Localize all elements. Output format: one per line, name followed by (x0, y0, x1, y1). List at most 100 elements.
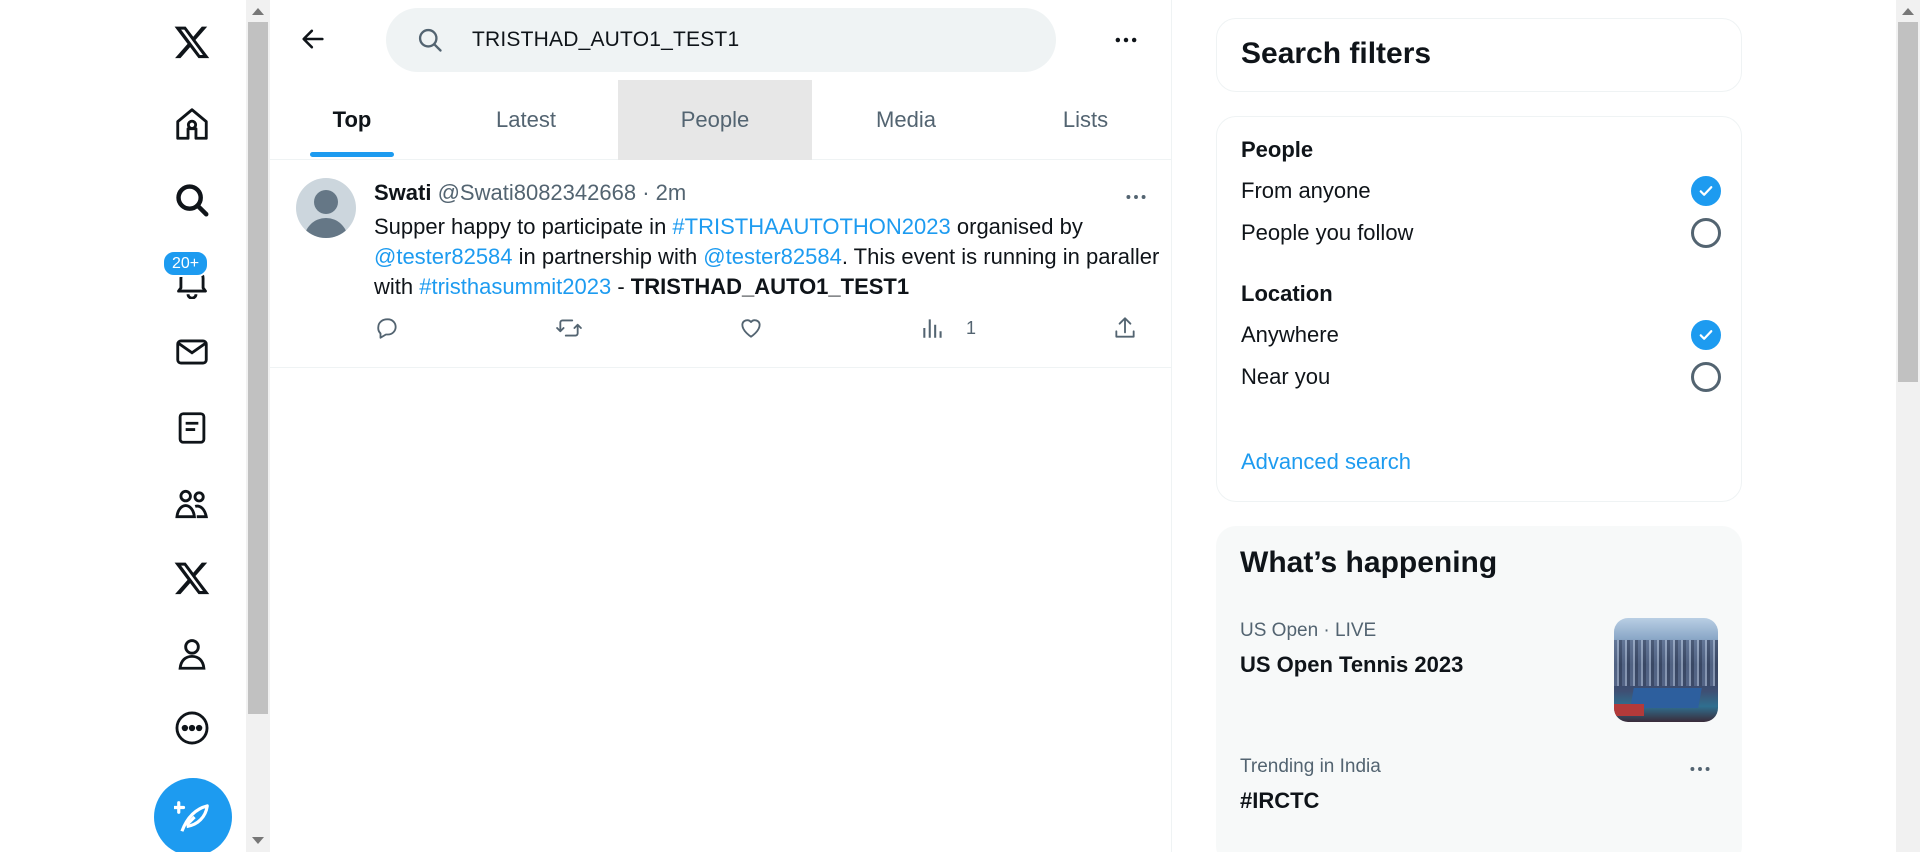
tab-lists-label: Lists (1062, 107, 1109, 132)
filter-people-you-follow[interactable]: People you follow (1241, 213, 1721, 253)
filter-people-you-follow-label: People you follow (1241, 220, 1414, 245)
left-nav: 20+ (0, 0, 246, 852)
mention-link[interactable]: @tester82584 (703, 244, 842, 269)
search-query-text[interactable]: TRISTHAD_AUTO1_TEST1 (472, 28, 739, 52)
tab-media[interactable]: Media (812, 80, 1000, 160)
analytics-bar-icon (923, 319, 942, 338)
tab-top-label: Top (332, 107, 372, 132)
trend-title: #IRCTC (1240, 788, 1320, 813)
search-tabs: Top Latest People Media Lists (270, 80, 1171, 160)
right-scrollbar[interactable] (1896, 0, 1920, 852)
main-column: TRISTHAD_AUTO1_TEST1 Top Latest People M… (270, 0, 1172, 852)
whats-happening-panel: What’s happening US Open · LIVE US Open … (1216, 526, 1742, 852)
scroll-up-arrow-icon[interactable] (252, 8, 264, 15)
filter-near-you[interactable]: Near you (1241, 357, 1721, 397)
tweet-author-handle[interactable]: @Swati8082342668 (438, 180, 636, 205)
anywhere-radio[interactable] (1691, 320, 1721, 350)
lists-icon[interactable] (166, 402, 218, 454)
feather-plus-icon (174, 801, 209, 832)
filter-near-you-label: Near you (1241, 364, 1331, 389)
filter-from-anyone-label: From anyone (1241, 178, 1371, 203)
more-horizontal-icon (1690, 767, 1710, 771)
tweet-text: Supper happy to participate in #TRISTHAA… (374, 212, 1164, 302)
tab-latest[interactable]: Latest (434, 80, 618, 160)
near-you-radio[interactable] (1691, 362, 1721, 392)
home-icon[interactable] (166, 98, 218, 150)
views-button[interactable]: 1 (920, 310, 976, 346)
x-logo-icon[interactable] (166, 16, 218, 68)
checkmark-icon (1699, 186, 1713, 196)
active-tab-indicator (310, 152, 394, 157)
scroll-down-arrow-icon[interactable] (252, 837, 264, 844)
tab-people-label: People (680, 107, 750, 132)
avatar-head (314, 190, 338, 214)
search-icon (418, 28, 442, 52)
tweet-highlight-text: TRISTHAD_AUTO1_TEST1 (630, 274, 910, 299)
tweet-actions: 1 (374, 310, 1164, 346)
tweet-header: Swati @Swati8082342668 · 2m (374, 180, 686, 206)
scroll-up-arrow-icon[interactable] (1902, 8, 1914, 15)
people-filter-heading: People (1241, 137, 1314, 162)
heart-icon (741, 319, 761, 338)
search-filters-header-card: Search filters (1216, 18, 1742, 92)
search-filters-card: People From anyone People you follow Loc… (1216, 116, 1742, 502)
filter-anywhere[interactable]: Anywhere (1241, 315, 1721, 355)
tab-people[interactable]: People (618, 80, 812, 160)
stadium-stands (1614, 640, 1718, 686)
tab-lists[interactable]: Lists (1000, 80, 1171, 160)
location-filter-heading: Location (1241, 281, 1333, 306)
trend-thumbnail-image (1614, 618, 1718, 722)
court-edge (1614, 704, 1644, 716)
tab-media-label: Media (876, 107, 936, 132)
trend-title: US Open Tennis 2023 (1240, 652, 1464, 677)
more-horizontal-icon (1115, 37, 1137, 43)
tweet-time[interactable]: 2m (656, 180, 687, 205)
tweet-item[interactable]: Swati @Swati8082342668 · 2m Supper happy… (270, 160, 1171, 368)
notifications-badge: 20+ (162, 250, 210, 277)
tweet-more-button[interactable] (1116, 182, 1156, 212)
hashtag-link[interactable]: #tristhasummit2023 (419, 274, 611, 299)
repost-icon (556, 319, 582, 337)
tweet-separator: · (642, 180, 650, 205)
avatar[interactable] (296, 178, 356, 238)
checkmark-icon (1699, 330, 1713, 340)
mention-link[interactable]: @tester82584 (374, 244, 513, 269)
views-count: 1 (966, 317, 977, 338)
tweet-text-part: - (611, 274, 631, 299)
hashtag-link[interactable]: #TRISTHAAUTOTHON2023 (672, 214, 950, 239)
share-button[interactable] (1112, 310, 1138, 346)
trend-meta: US Open · LIVE (1240, 620, 1377, 641)
profile-icon[interactable] (166, 628, 218, 680)
repost-button[interactable] (556, 310, 582, 346)
premium-x-icon[interactable] (166, 552, 218, 604)
advanced-search-link[interactable]: Advanced search (1241, 449, 1411, 475)
left-scrollbar[interactable] (246, 0, 270, 852)
tweet-text-part: Supper happy to participate in (374, 214, 673, 239)
tab-top[interactable]: Top (270, 80, 434, 160)
tweet-text-part: organised by (950, 214, 1083, 239)
app-root: 20+ TRISTHAD_AUTO1_TEST1 Top Latest Peop… (0, 0, 1920, 852)
search-input[interactable]: TRISTHAD_AUTO1_TEST1 (386, 8, 1056, 72)
left-scrollbar-thumb[interactable] (248, 22, 268, 714)
messages-mail-icon[interactable] (166, 326, 218, 378)
filter-anywhere-label: Anywhere (1241, 322, 1339, 347)
explore-search-icon[interactable] (166, 174, 218, 226)
tweet-author-name[interactable]: Swati (374, 180, 431, 205)
filter-from-anyone[interactable]: From anyone (1241, 171, 1721, 211)
trend-meta: Trending in India (1240, 756, 1381, 777)
from-anyone-radio[interactable] (1691, 176, 1721, 206)
people-you-follow-radio[interactable] (1691, 218, 1721, 248)
more-circle-icon[interactable] (166, 702, 218, 754)
whats-happening-title: What’s happening (1240, 546, 1498, 579)
back-button[interactable] (290, 16, 336, 62)
tweet-text-part: in partnership with (512, 244, 704, 269)
communities-icon[interactable] (166, 478, 218, 530)
right-scrollbar-thumb[interactable] (1898, 22, 1918, 382)
like-button[interactable] (738, 310, 764, 346)
trend-more-button[interactable] (1684, 756, 1716, 782)
more-horizontal-icon (1126, 195, 1146, 199)
search-more-button[interactable] (1106, 22, 1146, 58)
compose-post-button[interactable] (154, 778, 232, 852)
reply-button[interactable] (374, 310, 400, 346)
search-filters-title: Search filters (1241, 37, 1432, 70)
